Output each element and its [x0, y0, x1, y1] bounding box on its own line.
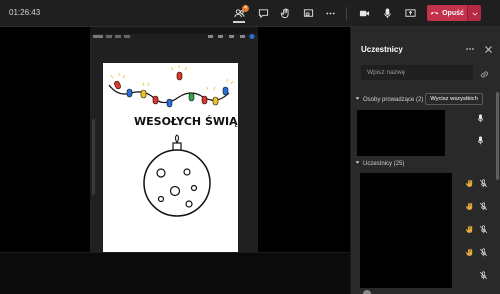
- selected-indicator: [233, 21, 245, 23]
- brush-size-slider[interactable]: [92, 119, 95, 195]
- raise-hand-icon: [464, 224, 474, 234]
- search-input[interactable]: Wpisz nazwę: [361, 65, 473, 80]
- attendees-label: Uczestnicy (25): [363, 160, 405, 167]
- chat-icon[interactable]: [254, 4, 272, 22]
- raise-hand-icon[interactable]: [276, 4, 294, 22]
- avatar: [363, 290, 371, 294]
- toolbar-divider: [346, 7, 347, 20]
- call-timer: 01:26:43: [9, 8, 41, 17]
- mic-off-icon[interactable]: [478, 270, 488, 280]
- christmas-drawing: WESOŁYCH ŚWIĄ: [108, 65, 238, 217]
- app-toolbar-icons: [93, 34, 255, 39]
- panel-title: Uczestnicy: [361, 45, 403, 54]
- mic-off-icon[interactable]: [478, 201, 488, 211]
- attendee-video-tile[interactable]: [360, 173, 452, 288]
- drawing-canvas[interactable]: WESOŁYCH ŚWIĄ: [103, 63, 238, 252]
- drawing-app-toolbar: [90, 27, 258, 39]
- leave-label: Opuść: [442, 9, 464, 17]
- greeting-text: WESOŁYCH ŚWIĄ: [134, 115, 238, 128]
- leave-button[interactable]: Opuść: [427, 5, 467, 21]
- microphone-icon[interactable]: [378, 4, 396, 22]
- drawing-app-window: WESOŁYCH ŚWIĄ: [90, 27, 258, 252]
- chevron-down-icon: [355, 96, 360, 103]
- share-link-icon[interactable]: [479, 67, 490, 78]
- microphone-icon: [475, 113, 485, 123]
- chevron-down-icon: [355, 160, 360, 167]
- more-icon[interactable]: [321, 4, 339, 22]
- close-icon[interactable]: [482, 43, 494, 55]
- presenter-video-tile[interactable]: [357, 110, 445, 156]
- mute-all-button[interactable]: Wycisz wszystkich: [425, 93, 483, 105]
- microphone-icon: [475, 135, 485, 145]
- raise-hand-icon: [464, 201, 474, 211]
- camera-icon[interactable]: [355, 4, 373, 22]
- mic-off-icon[interactable]: [478, 224, 488, 234]
- share-screen-icon[interactable]: [401, 4, 419, 22]
- presenters-section-header[interactable]: Osoby prowadzące (2): [355, 96, 423, 103]
- leave-options-button[interactable]: [467, 5, 481, 21]
- shared-screen: WESOŁYCH ŚWIĄ: [0, 27, 350, 294]
- presenters-label: Osoby prowadzące (2): [363, 96, 424, 103]
- participants-panel: Uczestnicy Wpisz nazwę Osoby prowadzące …: [350, 27, 500, 294]
- stage-lower-area: [0, 252, 350, 294]
- phone-icon: [430, 8, 439, 19]
- panel-scrollbar[interactable]: [496, 92, 499, 180]
- search-placeholder: Wpisz nazwę: [367, 69, 406, 76]
- share-tray-icon[interactable]: [299, 4, 317, 22]
- participant-count-badge: 4: [242, 5, 249, 12]
- attendees-section-header[interactable]: Uczestnicy (25): [355, 160, 404, 167]
- meeting-toolbar: 01:26:43 4 Opuść: [0, 0, 500, 27]
- raise-hand-icon: [464, 247, 474, 257]
- raise-hand-icon: [464, 178, 474, 188]
- mic-off-icon[interactable]: [478, 178, 488, 188]
- more-options-icon[interactable]: [464, 43, 476, 55]
- chevron-down-icon: [471, 4, 478, 22]
- mute-all-label: Wycisz wszystkich: [430, 96, 478, 102]
- mic-off-icon[interactable]: [478, 247, 488, 257]
